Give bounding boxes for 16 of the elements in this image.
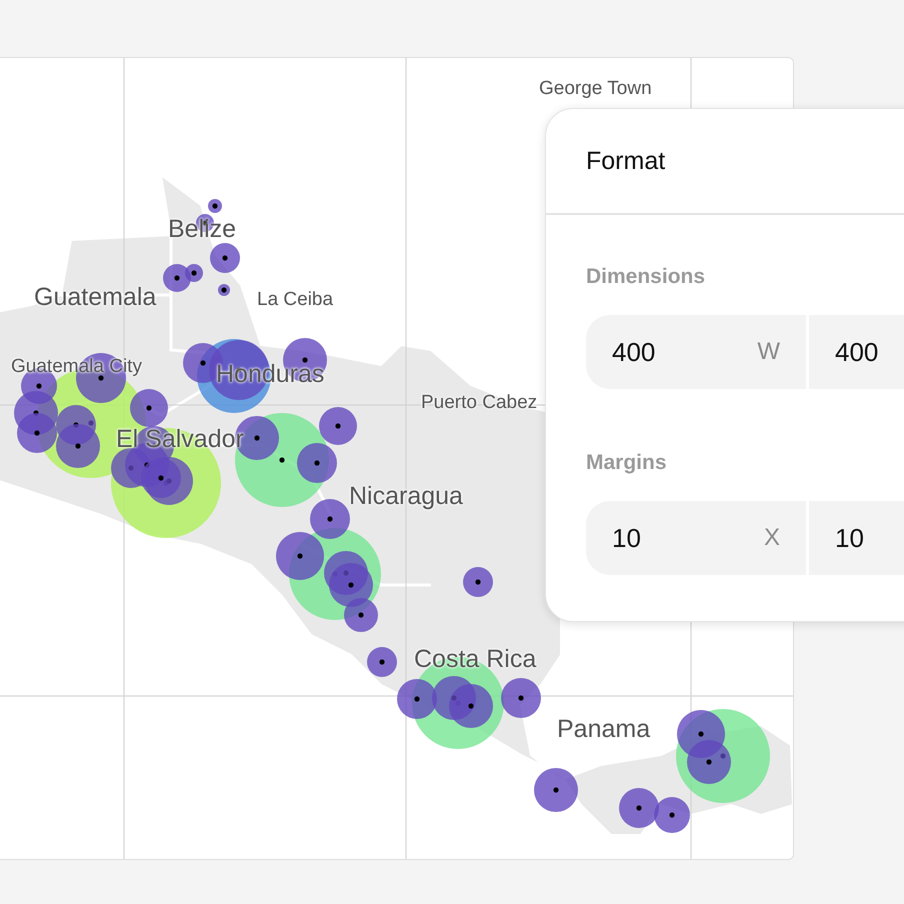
number-field[interactable]: 10 [809, 501, 904, 575]
city-label: George Town [539, 79, 652, 98]
number-field[interactable]: 10 [586, 501, 754, 575]
number-field[interactable]: 400 [586, 315, 748, 389]
unit-label: X [754, 501, 806, 575]
panel-title: Format [586, 146, 666, 176]
section-label: Dimensions [586, 265, 706, 289]
unit-label: W [747, 315, 806, 389]
number-field[interactable]: 400 [809, 315, 904, 389]
country-label: Nicaragua [349, 484, 463, 509]
city-label: La Ceiba [257, 290, 334, 309]
country-label: Belize [168, 217, 236, 242]
country-label: Guatemala [34, 285, 156, 310]
city-label: Puerto Cabez [421, 393, 538, 412]
section-label: Margins [586, 451, 668, 475]
country-label: Panama [557, 717, 650, 742]
